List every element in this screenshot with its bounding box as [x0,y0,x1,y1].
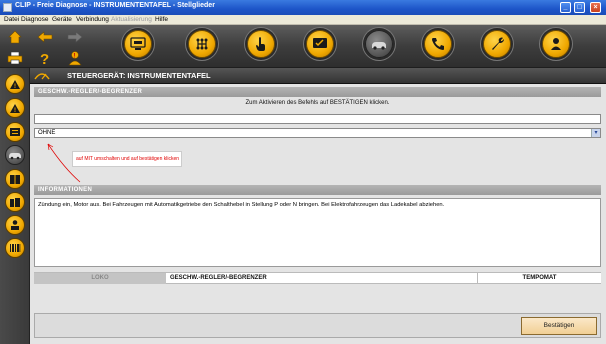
menu-datei[interactable]: Datei [4,16,19,23]
warning-icon: ! [10,103,20,114]
toolbar-car-diagnosis-button[interactable] [365,30,393,58]
annotation-text: auf MIT umschalten und auf bestätigen kl… [76,156,180,162]
sidebar-books-button[interactable] [5,192,25,212]
tab-loko[interactable]: LOKO [34,273,166,284]
confirm-button[interactable]: Bestätigen [521,317,597,335]
info-heading: INFORMATIONEN [34,185,601,195]
check-screen-icon [313,38,327,48]
annotation-note: auf MIT umschalten und auf bestätigen kl… [72,151,182,167]
user-print-icon [11,220,19,230]
sidebar-warning-button-2[interactable]: ! [5,98,25,118]
sidebar-screen-list-button[interactable] [5,122,25,142]
instruction-text: Zum Aktivieren des Befehls auf BESTÄTIGE… [245,100,390,106]
app-icon [3,3,12,12]
svg-text:!: ! [14,108,16,114]
footer-bar: Bestätigen [34,313,601,338]
tab-speed-limiter[interactable]: GESCHW.-REGLER/-BEGRENZER [170,273,270,284]
sidebar-car-button[interactable] [5,145,25,165]
info-text: Zündung ein, Motor aus. Bei Fahrzeugen m… [38,202,445,208]
menu-bar: Datei Diagnose Geräte Verbindung Aktuali… [0,15,606,25]
info-box: Zündung ein, Motor aus. Bei Fahrzeugen m… [34,198,601,267]
alert-user-button[interactable]: ! [62,47,88,68]
toolbar-phone-button[interactable] [424,30,452,58]
sidebar-warning-button-1[interactable]: ! [5,74,25,94]
screen-list-icon [10,128,20,136]
title-bar: CLIP - Freie Diagnose - INSTRUMENTENTAFE… [0,0,606,15]
vehicle-screen-icon [130,37,146,50]
menu-hilfe[interactable]: Hilfe [155,16,168,23]
forward-arrow-icon [67,30,83,43]
main-panel: GESCHW.-REGLER/-BEGRENZER Zum Aktivieren… [30,84,606,344]
user-car-icon [551,38,561,50]
section-heading: GESCHW.-REGLER/-BEGRENZER [34,87,601,97]
car-active-icon [9,153,21,160]
mode-select-value: OHNE [38,130,56,136]
sidebar-user-print-button[interactable] [5,215,25,235]
tab-cruise-control[interactable]: TEMPOMAT [477,273,601,284]
toolbar-user-car-button[interactable] [542,30,570,58]
close-button[interactable]: × [590,2,601,13]
question-icon: ? [40,51,49,66]
toolbar-gearbox-button[interactable] [188,30,216,58]
window-title: CLIP - Freie Diagnose - INSTRUMENTENTAFE… [15,2,215,9]
printer-icon [7,51,23,64]
forward-button[interactable] [62,26,88,47]
touch-hand-icon [256,37,265,51]
menu-verbindung[interactable]: Verbindung [76,16,109,23]
home-icon [8,30,22,43]
mode-select[interactable]: OHNE ▾ [34,128,601,138]
warning-icon: ! [10,79,20,90]
dashboard-icon [34,73,50,80]
main-toolbar: ? ! [0,25,606,68]
user-alert-icon: ! [68,50,82,65]
barcode-icon [10,244,21,252]
ecu-header: STEUERGERÄT: INSTRUMENTENTAFEL [30,68,606,84]
svg-text:?: ? [40,51,49,66]
toolbar-vehicle-screen-button[interactable] [124,30,152,58]
toolbar-wrench-button[interactable] [483,30,511,58]
wrench-icon [492,37,504,50]
chevron-down-icon[interactable]: ▾ [591,129,600,137]
help-button[interactable]: ? [32,47,58,68]
menu-geraete[interactable]: Geräte [52,16,72,23]
home-button[interactable] [2,26,28,47]
menu-diagnose[interactable]: Diagnose [21,16,48,23]
print-button[interactable] [2,47,28,68]
back-button[interactable] [32,26,58,47]
toolbar-check-screen-button[interactable] [306,30,334,58]
toolbar-touch-button[interactable] [247,30,275,58]
svg-text:!: ! [74,53,76,59]
books-icon [10,197,20,207]
svg-text:!: ! [14,84,16,90]
back-arrow-icon [37,30,53,43]
left-sidebar: ! ! [0,68,30,344]
gearbox-icon [196,38,208,50]
phone-icon [432,38,444,50]
sidebar-book-button[interactable] [5,169,25,189]
command-input[interactable] [34,114,601,124]
ecu-title: STEUERGERÄT: INSTRUMENTENTAFEL [67,71,211,80]
minimize-button[interactable]: _ [560,2,571,13]
sidebar-barcode-button[interactable] [5,238,25,258]
book-icon [10,174,20,184]
menu-aktualisierung[interactable]: Aktualisierung [111,16,152,23]
maximize-button[interactable]: □ [574,2,585,13]
car-diagnosis-icon [372,42,386,50]
function-tabs: LOKO GESCHW.-REGLER/-BEGRENZER TEMPOMAT [34,272,601,284]
